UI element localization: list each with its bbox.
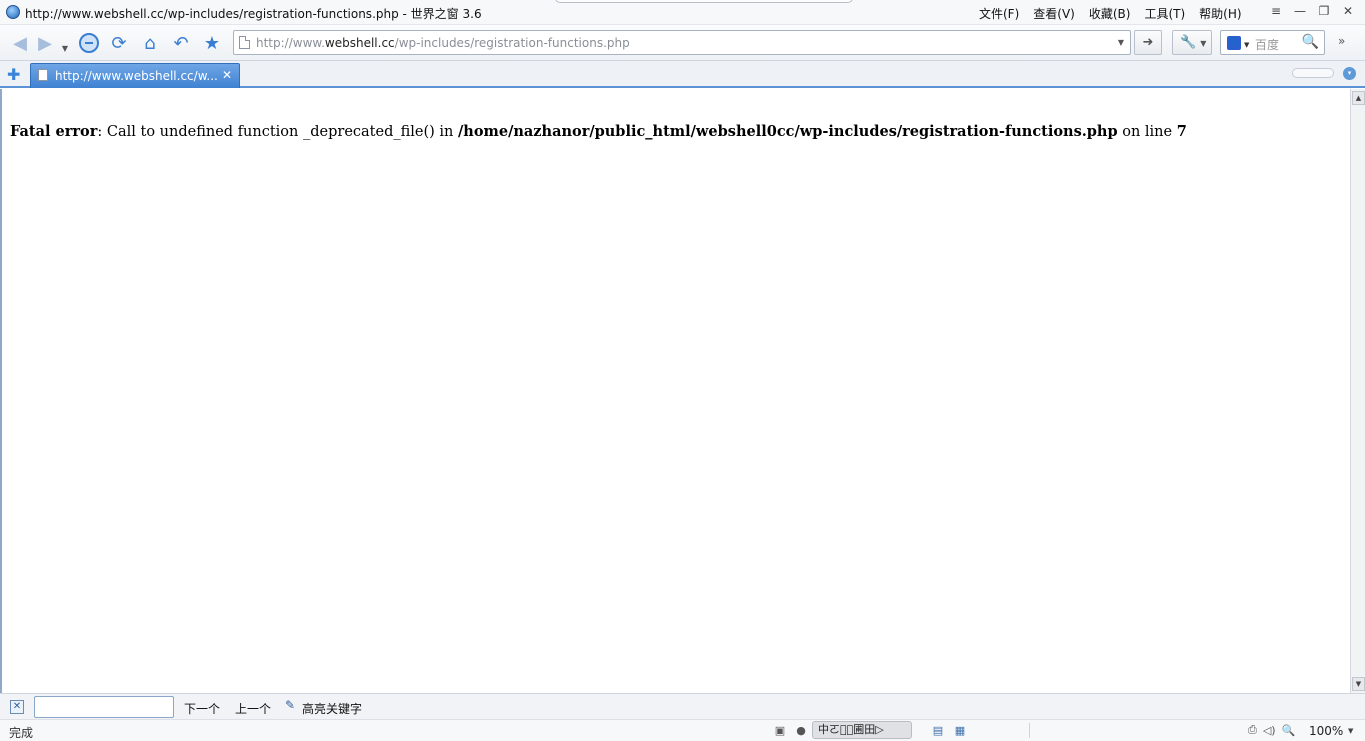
refresh-button[interactable]: ⟳ [108, 32, 130, 54]
engine-dropdown-icon[interactable]: ▼ [1244, 41, 1249, 49]
printer-icon[interactable]: ⎙ [1248, 723, 1257, 737]
tools-dropdown-icon: ▼ [1200, 39, 1207, 48]
page-content: Fatal error: Call to undefined function … [0, 89, 1350, 693]
find-bar: ✕ 下一个 上一个 ✎ 高亮关键字 [0, 693, 1365, 719]
close-icon[interactable]: ✕ [1341, 4, 1355, 18]
back-button[interactable]: ◀ [9, 32, 31, 54]
address-url[interactable]: http://www.webshell.cc/wp-includes/regis… [256, 36, 630, 50]
address-bar[interactable]: http://www.webshell.cc/wp-includes/regis… [233, 30, 1131, 55]
error-path: /home/nazhanor/public_html/webshell0cc/w… [458, 123, 1118, 140]
document-icon[interactable]: ▤ [930, 723, 946, 738]
status-bar: 完成 ▣ ● 中ㄛ载᷊圃田▷ ▤ ▦ ⎙ ◁) 🔍 100% ▼ [0, 719, 1365, 741]
list-icon[interactable]: ≡ [1269, 4, 1283, 18]
tab-preview-handle[interactable] [555, 0, 853, 3]
screenshot-icon[interactable]: ▦ [952, 723, 968, 738]
error-online: on line [1117, 124, 1177, 140]
tab-bar: ✚ http://www.webshell.cc/w... ✕ ▾ [0, 61, 1365, 88]
menu-file[interactable]: 文件(F) [979, 5, 1019, 22]
tab-title[interactable]: http://www.webshell.cc/w... [55, 69, 218, 83]
history-dropdown-icon[interactable]: ▼ [58, 37, 72, 59]
go-button[interactable]: ➜ [1134, 30, 1162, 55]
url-path: /wp-includes/registration-functions.php [394, 36, 630, 50]
highlight-keywords-button[interactable]: 高亮关键字 [302, 700, 362, 717]
favorite-button[interactable]: ★ [201, 32, 223, 54]
search-placeholder[interactable]: 百度 [1255, 36, 1279, 53]
status-tray-middle: ▤ ▦ [930, 723, 968, 738]
menu-tools[interactable]: 工具(T) [1144, 5, 1185, 22]
home-button[interactable]: ⌂ [139, 32, 161, 54]
wrench-icon: 🔧 [1180, 35, 1197, 50]
scroll-up-icon[interactable]: ▲ [1352, 91, 1365, 105]
tab-active[interactable]: http://www.webshell.cc/w... ✕ [30, 63, 240, 88]
search-icon[interactable]: 🔍 [1302, 34, 1319, 50]
speaker-icon[interactable]: ◁) [1263, 724, 1276, 737]
error-text: : Call to undefined function _deprecated… [97, 124, 458, 140]
menu-favorites[interactable]: 收藏(B) [1089, 5, 1131, 22]
search-engine-icon[interactable]: 🐾 [1227, 36, 1241, 50]
stop-button[interactable] [78, 32, 100, 54]
stop-icon [79, 33, 99, 53]
vertical-scrollbar[interactable]: ▲ ▼ [1350, 89, 1365, 693]
find-prev-button[interactable]: 上一个 [235, 700, 271, 717]
window-title: http://www.webshell.cc/wp-includes/regis… [25, 7, 482, 21]
status-divider [1029, 723, 1030, 738]
pen-icon: ✎ [285, 698, 296, 712]
zoom-icon[interactable]: 🔍 [1282, 724, 1296, 737]
search-box[interactable]: 🐾 ▼ 百度 🔍 [1220, 30, 1325, 55]
network-icon[interactable]: ▣ [772, 723, 788, 738]
forward-button[interactable]: ▶ [34, 32, 56, 54]
error-line: 7 [1176, 123, 1187, 140]
more-toolbar-button[interactable]: » [1338, 34, 1345, 48]
address-dropdown-icon[interactable]: ▼ [1118, 38, 1124, 47]
find-close-icon[interactable]: ✕ [10, 700, 24, 714]
zoom-dropdown-icon[interactable]: ▼ [1348, 727, 1353, 735]
tab-menu-icon[interactable]: ▾ [1343, 67, 1356, 80]
menu-view[interactable]: 查看(V) [1033, 5, 1075, 22]
new-tab-button[interactable]: ✚ [7, 65, 20, 84]
nav-toolbar: ◀ ▶ ▼ ⟳ ⌂ ↶ ★ http://www.webshell.cc/wp-… [0, 25, 1365, 61]
tab-scroll-handle[interactable] [1292, 68, 1334, 78]
url-prefix: http://www. [256, 36, 325, 50]
undo-close-button[interactable]: ↶ [170, 32, 192, 54]
status-tray-left: ▣ ● [772, 723, 809, 738]
ime-toolbar[interactable]: 中ㄛ载᷊圃田▷ [812, 721, 912, 739]
window-controls: ≡ — ❐ ✕ [1269, 4, 1355, 18]
status-text: 完成 [9, 726, 34, 740]
page-icon [38, 69, 48, 81]
smiley-icon[interactable]: ● [793, 723, 809, 738]
status-tray-right: ⎙ ◁) 🔍 [1248, 723, 1295, 737]
tab-close-icon[interactable]: ✕ [222, 68, 232, 82]
error-label: Fatal error [10, 123, 98, 140]
tools-button[interactable]: 🔧 ▼ [1172, 30, 1212, 55]
minimize-icon[interactable]: — [1293, 4, 1307, 18]
page-icon [239, 36, 250, 49]
error-message: Fatal error: Call to undefined function … [10, 123, 1187, 140]
globe-icon [6, 5, 20, 19]
restore-icon[interactable]: ❐ [1317, 4, 1331, 18]
zoom-level[interactable]: 100% [1309, 724, 1343, 738]
find-next-button[interactable]: 下一个 [184, 700, 220, 717]
menu-bar: 文件(F) 查看(V) 收藏(B) 工具(T) 帮助(H) [979, 5, 1242, 22]
menu-help[interactable]: 帮助(H) [1199, 5, 1241, 22]
find-input[interactable] [34, 696, 174, 718]
title-bar: http://www.webshell.cc/wp-includes/regis… [0, 0, 1365, 25]
url-host: webshell.cc [324, 36, 395, 50]
scroll-down-icon[interactable]: ▼ [1352, 677, 1365, 691]
